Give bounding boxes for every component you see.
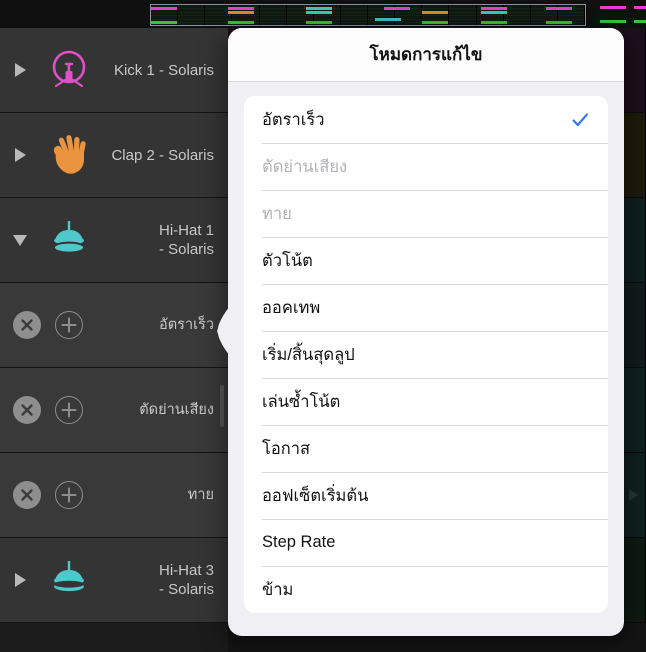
- menu-item-label: Step Rate: [262, 533, 336, 551]
- timeline-overview-right: [594, 4, 646, 26]
- closed-hi-hat-icon: [42, 553, 96, 607]
- edit-mode-menu-item[interactable]: เริ่ม/สิ้นสุดลูป: [244, 331, 608, 378]
- edit-mode-menu-item: ทาย: [244, 190, 608, 237]
- overview-gridline: [151, 18, 585, 20]
- overview-note[interactable]: [634, 6, 646, 9]
- overview-gridline: [151, 11, 585, 13]
- overview-note[interactable]: [546, 7, 572, 10]
- remove-row-button[interactable]: [13, 396, 41, 424]
- overview-note[interactable]: [600, 20, 626, 23]
- overview-note[interactable]: [422, 21, 448, 24]
- track-row[interactable]: Kick 1 - Solaris: [0, 28, 228, 113]
- popover-body: อัตราเร็วตัดย่านเสียงทายตัวโน้ตออคเทพเริ…: [228, 82, 624, 636]
- kick-drum-icon: [42, 43, 96, 97]
- disclosure-expanded-icon[interactable]: [10, 230, 30, 250]
- track-row[interactable]: Hi-Hat 3 - Solaris: [0, 538, 228, 623]
- edit-mode-menu-item[interactable]: Step Rate: [244, 519, 608, 566]
- menu-item-label: ข้าม: [262, 580, 294, 599]
- menu-item-label: โอกาส: [262, 439, 311, 458]
- overview-note[interactable]: [600, 6, 626, 9]
- overview-note[interactable]: [306, 21, 332, 24]
- popover-title: โหมดการแก้ไข: [369, 45, 483, 64]
- overview-note[interactable]: [634, 20, 646, 23]
- menu-item-label: ตัดย่านเสียง: [262, 157, 348, 176]
- menu-item-label: อัตราเร็ว: [262, 110, 325, 129]
- menu-item-label: เริ่ม/สิ้นสุดลูป: [262, 345, 355, 364]
- overview-note[interactable]: [228, 21, 254, 24]
- edit-mode-menu-item[interactable]: อัตราเร็ว: [244, 96, 608, 143]
- overview-gridline: [151, 15, 585, 17]
- lane-play-icon[interactable]: [629, 489, 638, 501]
- disclosure-collapsed-icon[interactable]: [10, 570, 30, 590]
- overview-note[interactable]: [228, 10, 254, 14]
- overview-note[interactable]: [384, 7, 410, 10]
- overview-note[interactable]: [151, 21, 177, 24]
- disclosure-collapsed-icon[interactable]: [10, 60, 30, 80]
- edit-mode-popover: โหมดการแก้ไข อัตราเร็วตัดย่านเสียงทายตัว…: [228, 28, 624, 636]
- app-root: Kick 1 - Solaris Clap 2 - Solaris Hi-Hat 1…: [0, 0, 646, 652]
- overview-note[interactable]: [375, 17, 401, 21]
- menu-item-label: ออคเทพ: [262, 298, 321, 317]
- overview-gridline: [151, 22, 585, 23]
- edit-mode-menu-item[interactable]: เล่นซ้ำโน้ต: [244, 378, 608, 425]
- track-label: Clap 2 - Solaris: [111, 146, 214, 164]
- add-row-button[interactable]: [55, 396, 83, 424]
- track-subrow[interactable]: ทาย: [0, 453, 228, 538]
- edit-mode-menu-item[interactable]: ออฟเซ็ตเริ่มต้น: [244, 472, 608, 519]
- edit-mode-menu-item[interactable]: โอกาส: [244, 425, 608, 472]
- subrow-label: ทาย: [187, 487, 214, 503]
- add-row-button[interactable]: [55, 481, 83, 509]
- overview-note[interactable]: [422, 10, 448, 14]
- checkmark-icon: [570, 110, 590, 130]
- track-subrow[interactable]: อัตราเร็ว: [0, 283, 228, 368]
- menu-item-label: ทาย: [262, 204, 292, 223]
- edit-mode-menu-list[interactable]: อัตราเร็วตัดย่านเสียงทายตัวโน้ตออคเทพเริ…: [244, 96, 608, 613]
- clap-hand-icon: [42, 128, 96, 182]
- remove-row-button[interactable]: [13, 481, 41, 509]
- overview-note[interactable]: [306, 10, 332, 14]
- menu-item-label: ออฟเซ็ตเริ่มต้น: [262, 486, 369, 505]
- edit-mode-menu-item[interactable]: ออคเทพ: [244, 284, 608, 331]
- popover-header: โหมดการแก้ไข: [228, 28, 624, 82]
- track-subrow[interactable]: ตัดย่านเสียง: [0, 368, 228, 453]
- track-label: Hi-Hat 3 - Solaris: [158, 562, 214, 598]
- overview-note[interactable]: [481, 21, 507, 24]
- menu-item-label: ตัวโน้ต: [262, 251, 313, 270]
- track-list[interactable]: Kick 1 - Solaris Clap 2 - Solaris Hi-Hat 1…: [0, 28, 228, 652]
- subrow-label: อัตราเร็ว: [159, 317, 214, 333]
- edit-mode-menu-item[interactable]: ข้าม: [244, 566, 608, 613]
- vertical-scrollbar[interactable]: [220, 385, 224, 427]
- add-row-button[interactable]: [55, 311, 83, 339]
- timeline-overview-bar: [0, 0, 646, 28]
- overview-note[interactable]: [481, 10, 507, 14]
- overview-note[interactable]: [151, 7, 177, 10]
- timeline-overview-track[interactable]: [150, 4, 586, 26]
- track-row[interactable]: Clap 2 - Solaris: [0, 113, 228, 198]
- remove-row-button[interactable]: [13, 311, 41, 339]
- overview-gridline: [151, 8, 585, 10]
- track-row[interactable]: Hi-Hat 1 - Solaris: [0, 198, 228, 283]
- popover-pointer-notch: [217, 306, 230, 356]
- track-label: Hi-Hat 1 - Solaris: [158, 222, 214, 258]
- overview-note[interactable]: [546, 21, 572, 24]
- disclosure-collapsed-icon[interactable]: [10, 145, 30, 165]
- edit-mode-menu-item: ตัดย่านเสียง: [244, 143, 608, 190]
- menu-item-label: เล่นซ้ำโน้ต: [262, 392, 341, 411]
- edit-mode-menu-item[interactable]: ตัวโน้ต: [244, 237, 608, 284]
- track-label: Kick 1 - Solaris: [113, 61, 214, 79]
- subrow-label: ตัดย่านเสียง: [139, 402, 214, 418]
- open-hi-hat-icon: [42, 213, 96, 267]
